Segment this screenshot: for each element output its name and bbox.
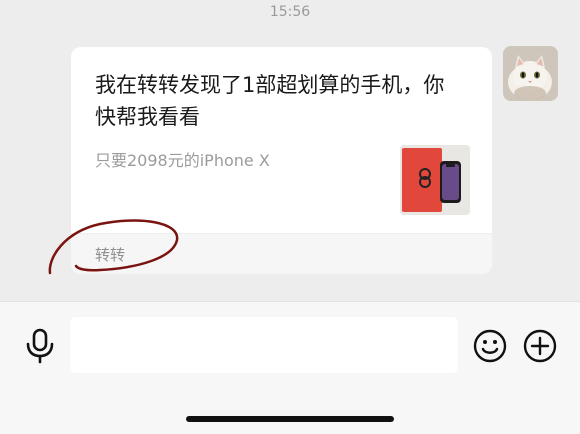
cat-avatar-icon [503,46,558,101]
card-subtitle: 只要2098元的iPhone X [95,151,270,170]
smiley-icon [473,329,507,363]
phone-product-image [400,145,470,215]
microphone-icon [26,328,54,364]
bottom-safe-area [0,388,580,434]
card-title: 我在转转发现了1部超划算的手机，你快帮我看看 [95,73,445,129]
product-thumbnail [400,145,470,215]
message-text-input[interactable] [70,317,458,373]
more-actions-button[interactable] [523,329,557,363]
card-source-label: 转转 [95,246,126,264]
voice-input-button[interactable] [24,328,56,364]
sender-avatar[interactable] [503,46,558,101]
card-footer: 转转 [71,233,492,274]
chat-timestamp: 15:56 [269,4,311,20]
home-indicator[interactable] [186,416,394,422]
plus-circle-icon [523,329,557,363]
emoji-button[interactable] [473,329,507,363]
chat-input-bar [0,301,580,389]
shared-link-card[interactable]: 我在转转发现了1部超划算的手机，你快帮我看看 只要2098元的iPhone X … [71,47,492,274]
